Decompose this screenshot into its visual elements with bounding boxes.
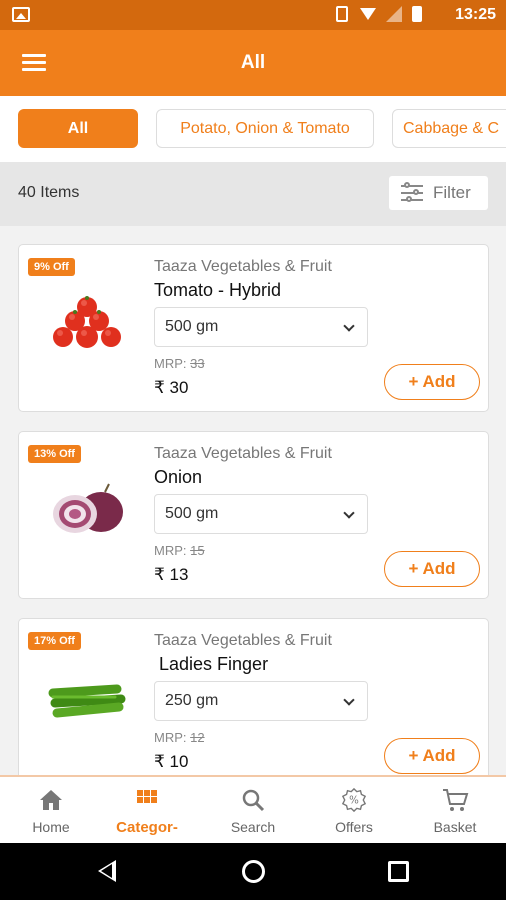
item-count: 40 Items — [18, 184, 80, 201]
brand-name: Taaza Vegetables & Fruit — [154, 632, 332, 649]
onion-image[interactable] — [47, 480, 127, 544]
filter-label: Filter — [433, 183, 471, 202]
tomato-image[interactable] — [47, 293, 127, 357]
chevron-down-icon — [343, 320, 355, 332]
home-icon — [40, 790, 62, 810]
brand-name: Taaza Vegetables & Fruit — [154, 258, 332, 275]
mrp-value: 12 — [190, 730, 205, 745]
nav-categories[interactable]: Categor- — [102, 787, 192, 836]
nav-search[interactable]: Search — [208, 787, 298, 835]
back-icon[interactable] — [98, 860, 116, 882]
chevron-down-icon — [343, 694, 355, 706]
nav-offers[interactable]: % Offers — [309, 787, 399, 835]
mrp-value: 33 — [190, 356, 205, 371]
status-time: 13:25 — [455, 6, 496, 23]
discount-badge: 17% Off — [28, 632, 81, 650]
product-name[interactable]: Ladies Finger — [154, 654, 268, 675]
add-button[interactable]: + Add — [384, 551, 480, 587]
mrp-label: MRP: — [154, 543, 187, 558]
add-button[interactable]: + Add — [384, 364, 480, 400]
ladies-finger-image[interactable] — [47, 667, 127, 731]
product-card[interactable]: 17% Off Taaza Vegetables & Fruit Ladies … — [18, 618, 489, 775]
quantity-select[interactable]: 500 gm — [154, 307, 368, 347]
mrp-label: MRP: — [154, 356, 187, 371]
system-navigation-bar — [0, 843, 506, 900]
nav-categories-label: Categor- — [116, 819, 178, 836]
status-bar: 13:25 — [0, 0, 506, 30]
nav-basket[interactable]: Basket — [410, 787, 500, 835]
quantity-value: 500 gm — [165, 505, 219, 522]
brand-name: Taaza Vegetables & Fruit — [154, 445, 332, 462]
percent-badge-icon: % — [341, 787, 367, 813]
mrp-value: 15 — [190, 543, 205, 558]
bottom-navigation: Home Categor- Search % Offers Basket — [0, 775, 506, 843]
quantity-value: 500 gm — [165, 318, 219, 335]
mrp: MRP: 12 — [154, 730, 205, 745]
discount-badge: 9% Off — [28, 258, 75, 276]
home-circle-icon[interactable] — [242, 860, 265, 883]
product-name[interactable]: Tomato - Hybrid — [154, 280, 281, 301]
nav-home[interactable]: Home — [6, 787, 96, 835]
app-bar: All — [0, 30, 506, 96]
chip-cabbage[interactable]: Cabbage & C — [392, 109, 506, 148]
chip-potato-onion-tomato[interactable]: Potato, Onion & Tomato — [156, 109, 374, 148]
product-card[interactable]: 9% Off Taaza Vegetables & Fruit Tomato -… — [18, 244, 489, 412]
mrp: MRP: 33 — [154, 356, 205, 371]
product-card[interactable]: 13% Off Taaza Vegetables & Fruit Onion 5… — [18, 431, 489, 599]
filter-sliders-icon — [401, 182, 423, 203]
grid-icon — [137, 790, 157, 803]
nav-basket-label: Basket — [433, 819, 477, 835]
search-icon — [242, 789, 265, 812]
quantity-value: 250 gm — [165, 692, 219, 709]
mrp: MRP: 15 — [154, 543, 205, 558]
chevron-down-icon — [343, 507, 355, 519]
add-button[interactable]: + Add — [384, 738, 480, 774]
price: ₹ 10 — [154, 752, 189, 771]
cart-icon — [443, 789, 469, 811]
wifi-icon — [360, 6, 376, 22]
filter-button[interactable]: Filter — [389, 176, 488, 210]
price: ₹ 30 — [154, 378, 189, 397]
svg-text:%: % — [349, 796, 359, 807]
no-signal-icon — [386, 6, 402, 22]
image-notification-icon — [12, 7, 30, 22]
vibrate-icon — [336, 6, 348, 22]
product-name[interactable]: Onion — [154, 467, 202, 488]
category-chips: All Potato, Onion & Tomato Cabbage & C — [0, 96, 506, 162]
price: ₹ 13 — [154, 565, 189, 584]
chip-all[interactable]: All — [18, 109, 138, 148]
quantity-select[interactable]: 500 gm — [154, 494, 368, 534]
product-list[interactable]: 9% Off Taaza Vegetables & Fruit Tomato -… — [0, 226, 506, 775]
page-title: All — [240, 52, 266, 73]
mrp-label: MRP: — [154, 730, 187, 745]
nav-offers-label: Offers — [335, 819, 373, 835]
nav-search-label: Search — [230, 819, 276, 835]
nav-home-label: Home — [32, 819, 70, 835]
discount-badge: 13% Off — [28, 445, 81, 463]
recents-icon[interactable] — [388, 861, 409, 882]
status-icons — [336, 6, 422, 22]
battery-icon — [412, 6, 422, 22]
quantity-select[interactable]: 250 gm — [154, 681, 368, 721]
